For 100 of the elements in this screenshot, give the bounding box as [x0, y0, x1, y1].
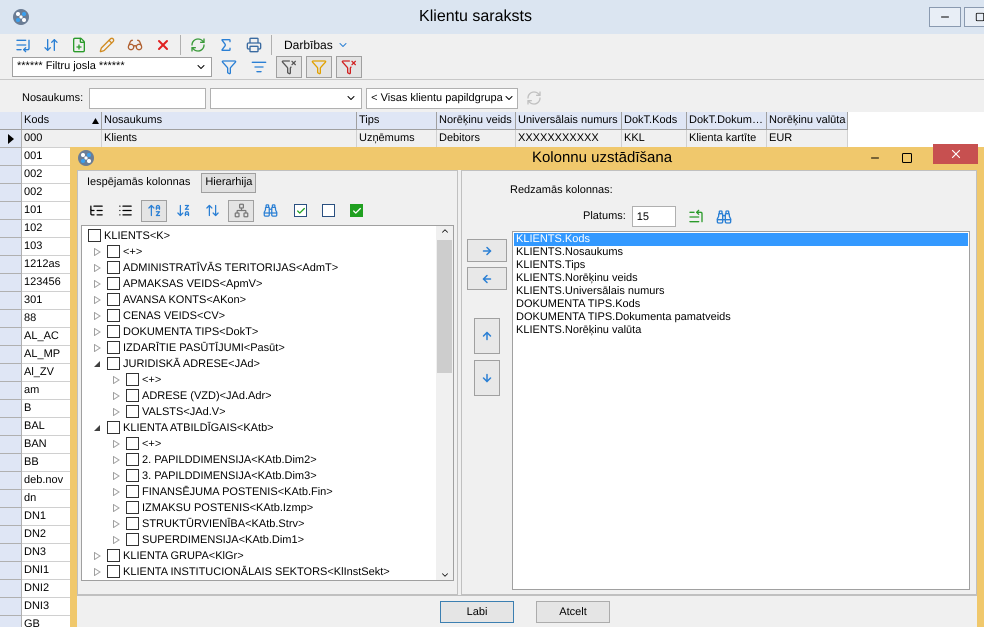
tree-item[interactable]: ADMINISTRATĪVĀS TERITORIJAS<AdmT> — [123, 260, 338, 274]
tree-item[interactable]: JURIDISKĀ ADRESE<JAd> — [123, 356, 260, 370]
row-header[interactable] — [0, 130, 22, 148]
checkbox[interactable] — [107, 293, 120, 306]
tree-item[interactable]: <+> — [123, 244, 142, 258]
collapsed-icon[interactable] — [113, 536, 120, 544]
list-item[interactable]: KLIENTS.Tips — [514, 259, 968, 272]
collapsed-icon[interactable] — [94, 264, 101, 272]
hierarchy-button[interactable] — [228, 200, 254, 222]
checkbox[interactable] — [126, 469, 139, 482]
checkbox[interactable] — [107, 309, 120, 322]
column-header[interactable]: DokT.Kods — [622, 112, 687, 130]
list-item[interactable]: KLIENTS.Norēķinu valūta — [514, 324, 968, 337]
group-filter-dropdown[interactable]: < Visas klientu papildgrupa — [366, 88, 518, 108]
tree-item[interactable]: <+> — [142, 436, 162, 450]
checkbox[interactable] — [107, 357, 120, 370]
collapsed-icon[interactable] — [94, 248, 101, 256]
checkbox[interactable] — [107, 245, 120, 258]
search-field[interactable] — [89, 88, 206, 108]
move-down-button[interactable] — [474, 360, 500, 396]
tree-item[interactable]: VALSTS<JAd.V> — [142, 404, 226, 418]
checkbox[interactable] — [107, 421, 120, 434]
collapsed-icon[interactable] — [113, 440, 120, 448]
tree-item[interactable]: SUPERDIMENSIJA<KAtb.Dim1> — [142, 532, 304, 546]
list-item[interactable]: KLIENTS.Nosaukums — [514, 246, 968, 259]
empty-box-icon[interactable] — [322, 204, 335, 217]
tree-item[interactable]: IZDARĪTIE PASŪTĪJUMI<Pasūt> — [123, 340, 285, 354]
list-item[interactable]: DOKUMENTA TIPS.Kods — [514, 298, 968, 311]
move-right-button[interactable] — [467, 239, 507, 262]
column-header[interactable]: Universālais numurs — [516, 112, 622, 130]
tree-item[interactable]: STRUKTŪRVIENĪBA<KAtb.Strv> — [142, 516, 304, 530]
maximize-icon[interactable] — [901, 152, 913, 164]
collapsed-icon[interactable] — [113, 504, 120, 512]
sort-ascending-button[interactable] — [141, 200, 167, 222]
tree-item[interactable]: AVANSA KONTS<AKon> — [123, 292, 246, 306]
close-button[interactable] — [933, 144, 978, 164]
column-header[interactable]: Norēķinu veids — [437, 112, 516, 130]
cancel-button[interactable]: Atcelt — [536, 601, 610, 623]
collapsed-icon[interactable] — [113, 488, 120, 496]
scrollbar[interactable] — [436, 226, 453, 580]
checkbox[interactable] — [107, 277, 120, 290]
collapsed-icon[interactable] — [94, 328, 101, 336]
scrollbar-thumb[interactable] — [437, 240, 452, 372]
checkbox[interactable] — [126, 373, 139, 386]
checkbox[interactable] — [126, 533, 139, 546]
column-header[interactable]: Nosaukums — [102, 112, 357, 130]
tree-item[interactable]: APMAKSAS VEIDS<ApmV> — [123, 276, 262, 290]
checkbox[interactable] — [126, 501, 139, 514]
expanded-icon[interactable] — [94, 360, 101, 368]
tree-item[interactable]: KLIENTA INSTITUCIONĀLAIS SEKTORS<KlInstSekt> — [123, 564, 390, 578]
tree-item[interactable]: KLIENTA GRUPA<KlGr> — [123, 548, 244, 562]
collapsed-icon[interactable] — [113, 456, 120, 464]
dropdown[interactable] — [210, 88, 362, 108]
binoculars-icon[interactable] — [716, 208, 732, 224]
checkbox[interactable] — [126, 437, 139, 450]
tree-item[interactable]: IZMAKSU POSTENIS<KAtb.Izmp> — [142, 500, 314, 514]
filter-clear-button[interactable] — [276, 56, 302, 78]
tree-item[interactable]: KLIENTA ATBILDĪGAIS<KAtb> — [123, 420, 274, 434]
tree-item[interactable]: KLIENTS<K> — [104, 228, 170, 242]
collapsed-icon[interactable] — [94, 296, 101, 304]
checkbox[interactable] — [107, 325, 120, 338]
actions-menu[interactable]: Darbības — [276, 36, 357, 54]
list-insert-icon[interactable] — [688, 208, 704, 224]
tree-item[interactable]: FINANSĒJUMA POSTENIS<KAtb.Fin> — [142, 484, 333, 498]
tree-item[interactable]: ADRESE (VZD)<JAd.Adr> — [142, 388, 272, 402]
collapsed-icon[interactable] — [94, 344, 101, 352]
collapsed-icon[interactable] — [113, 376, 120, 384]
collapsed-icon[interactable] — [94, 312, 101, 320]
collapsed-icon[interactable] — [113, 472, 120, 480]
tree-item[interactable]: 3. PAPILDDIMENSIJA<KAtb.Dim3> — [142, 468, 317, 482]
checkbox[interactable] — [107, 565, 120, 578]
refresh-icon[interactable] — [526, 90, 542, 106]
tree-item[interactable]: CENAS VEIDS<CV> — [123, 308, 226, 322]
checkbox[interactable] — [126, 389, 139, 402]
checkbox[interactable] — [126, 453, 139, 466]
ok-button[interactable]: Labi — [440, 601, 514, 623]
checkbox[interactable] — [126, 517, 139, 530]
column-header[interactable]: Tips — [357, 112, 437, 130]
tree-item[interactable]: <+> — [142, 372, 162, 386]
collapsed-icon[interactable] — [94, 568, 101, 576]
checkbox[interactable] — [107, 549, 120, 562]
list-item[interactable]: KLIENTS.Universālais numurs — [514, 285, 968, 298]
filter-remove-button[interactable] — [336, 56, 362, 78]
column-header[interactable]: DokT.Dokum… — [687, 112, 767, 130]
expanded-icon[interactable] — [94, 424, 101, 432]
move-left-button[interactable] — [467, 267, 507, 290]
checkbox[interactable] — [126, 405, 139, 418]
checkbox[interactable] — [88, 229, 101, 242]
tab[interactable]: Hierarhija — [201, 172, 256, 192]
collapsed-icon[interactable] — [113, 408, 120, 416]
checkbox[interactable] — [107, 341, 120, 354]
checked-box-icon[interactable] — [294, 204, 307, 217]
collapsed-icon[interactable] — [94, 280, 101, 288]
width-field[interactable]: 15 — [632, 206, 676, 227]
tree-item[interactable]: 2. PAPILDDIMENSIJA<KAtb.Dim2> — [142, 452, 317, 466]
column-header[interactable]: Kods — [22, 112, 102, 130]
list-item[interactable]: KLIENTS.Norēķinu veids — [514, 272, 968, 285]
checkbox[interactable] — [126, 485, 139, 498]
filter-bar-dropdown[interactable]: ****** Filtru josla ****** — [12, 56, 212, 76]
list-item[interactable]: DOKUMENTA TIPS.Dokumenta pamatveids — [514, 311, 968, 324]
